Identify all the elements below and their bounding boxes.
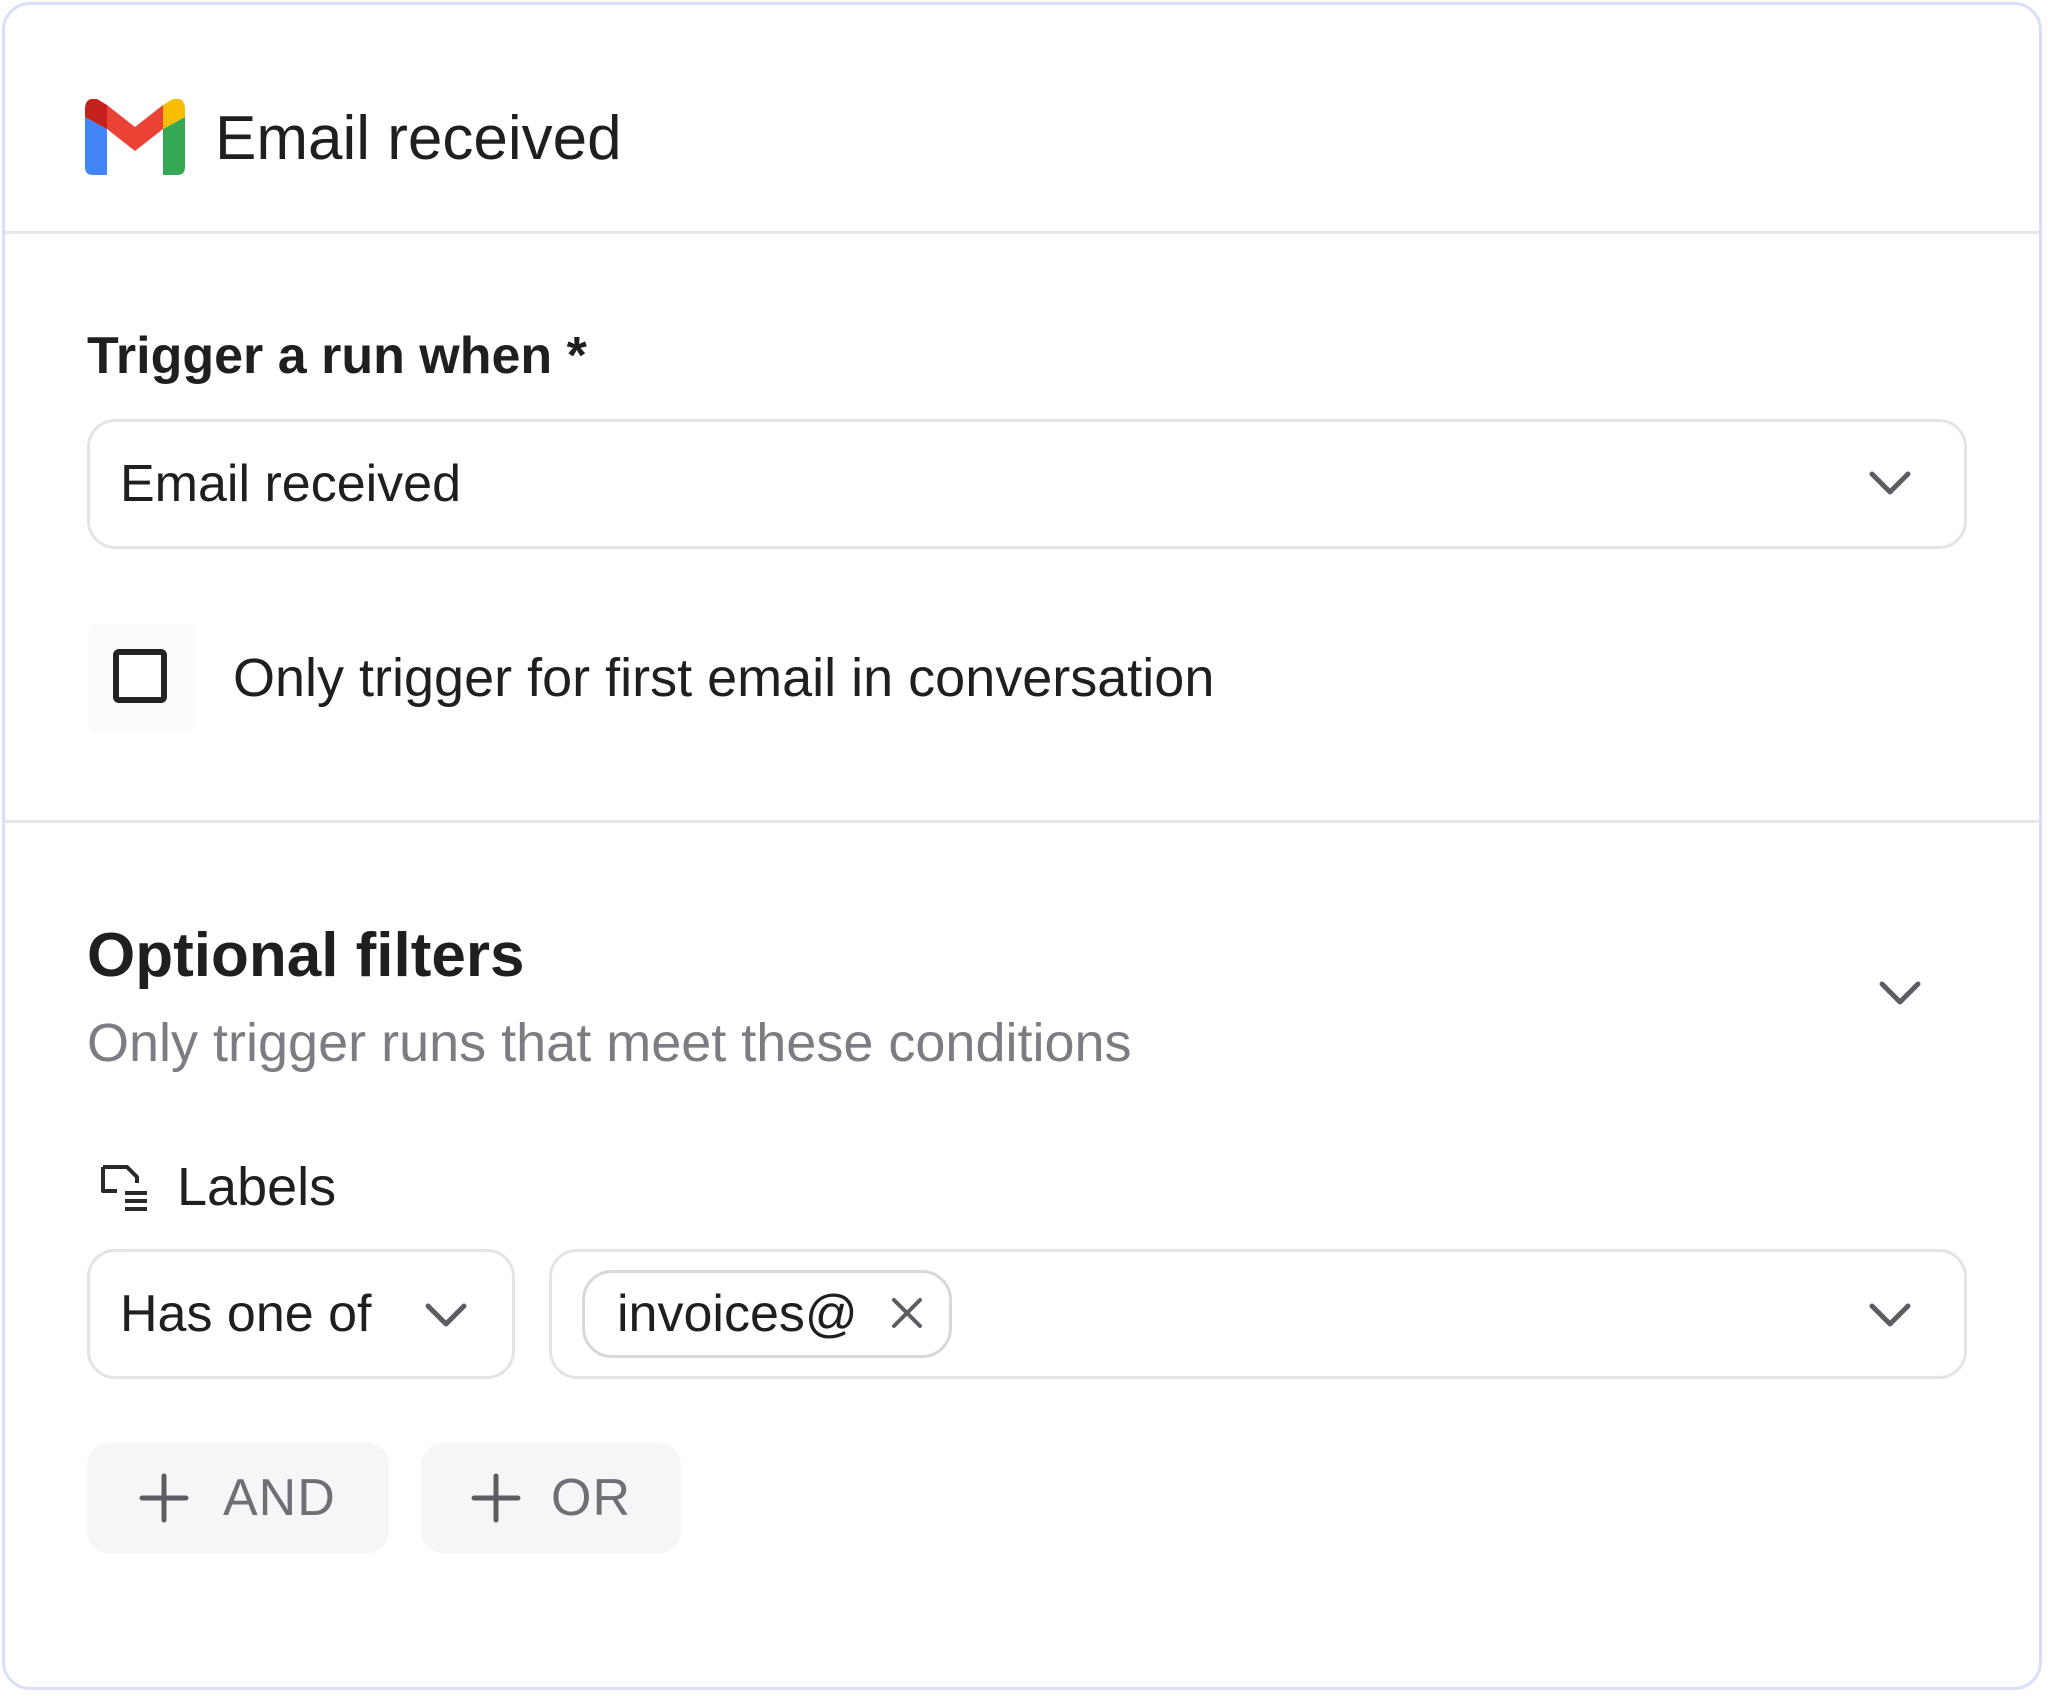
first-email-checkbox[interactable]: [113, 649, 167, 703]
chevron-down-icon: [1869, 1303, 1911, 1327]
close-icon[interactable]: [889, 1295, 925, 1331]
plus-icon: [139, 1473, 189, 1523]
card-title: Email received: [215, 104, 622, 173]
optional-filters-subtitle: Only trigger runs that meet these condit…: [87, 1013, 1132, 1073]
labels-values-select[interactable]: invoices@: [549, 1249, 1967, 1379]
trigger-event-value: Email received: [120, 455, 462, 513]
plus-icon: [471, 1473, 521, 1523]
labels-operator-value: Has one of: [120, 1285, 372, 1343]
first-email-checkbox-label[interactable]: Only trigger for first email in conversa…: [233, 643, 1214, 713]
trigger-config-card: Email received Trigger a run when * Emai…: [2, 2, 2042, 1690]
divider: [5, 231, 2039, 234]
gmail-icon: [85, 99, 185, 175]
add-and-label: AND: [223, 1469, 336, 1527]
trigger-field-label: Trigger a run when *: [87, 327, 587, 385]
chevron-down-icon[interactable]: [1877, 979, 1923, 1009]
trigger-event-select[interactable]: Email received: [87, 419, 1967, 549]
labels-operator-select[interactable]: Has one of: [87, 1249, 515, 1379]
label-icon: [101, 1165, 147, 1211]
add-and-condition-button[interactable]: AND: [87, 1443, 389, 1553]
card-header: Email received: [5, 5, 2039, 233]
add-or-label: OR: [551, 1469, 631, 1527]
label-chip: invoices@: [582, 1270, 952, 1358]
first-email-checkbox-wrap[interactable]: [87, 623, 197, 733]
labels-filter-title: Labels: [177, 1157, 337, 1217]
chevron-down-icon: [425, 1303, 467, 1327]
add-or-condition-button[interactable]: OR: [421, 1443, 681, 1553]
divider: [5, 820, 2039, 823]
label-chip-text: invoices@: [617, 1285, 858, 1343]
optional-filters-title: Optional filters: [87, 921, 525, 990]
chevron-down-icon: [1869, 471, 1911, 495]
